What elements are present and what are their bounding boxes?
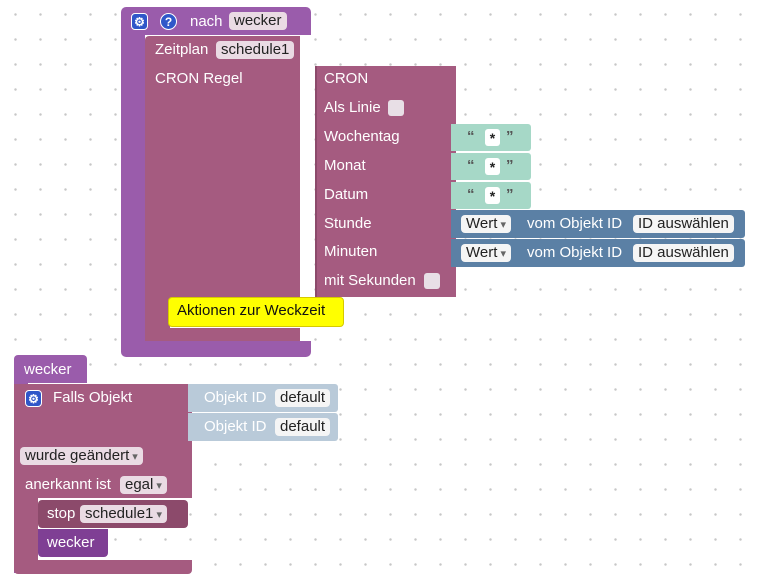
help-icon[interactable]: ? <box>160 13 177 30</box>
stop-schedule-dropdown[interactable]: schedule1 <box>80 505 167 523</box>
gear-icon[interactable]: ⚙ <box>25 390 42 407</box>
datum-label: Datum <box>324 186 369 203</box>
cron-title: CRON <box>324 70 369 87</box>
procedure-nach-label: nach <box>190 13 223 30</box>
wecker-call-label: wecker <box>24 361 72 378</box>
objekt-id-label-2: Objekt ID <box>204 418 267 435</box>
objekt-id-default-1[interactable]: default <box>275 389 331 407</box>
inner-wecker-call-label: wecker <box>47 534 95 551</box>
quote-close-icon: ” <box>506 186 514 203</box>
schedule-name-field[interactable]: schedule1 <box>216 41 295 59</box>
wurde-geaendert-dropdown[interactable]: wurde geändert <box>20 447 143 465</box>
wochentag-value[interactable]: * <box>485 129 500 146</box>
quote-open-icon: “ <box>467 157 475 174</box>
monat-label: Monat <box>324 157 366 174</box>
monat-value[interactable]: * <box>485 158 500 175</box>
quote-close-icon: ” <box>506 157 514 174</box>
gear-icon[interactable]: ⚙ <box>131 13 148 30</box>
quote-close-icon: ” <box>506 128 514 145</box>
trigger-block-rail <box>14 497 38 563</box>
quote-open-icon: “ <box>467 186 475 203</box>
zeitplan-label: Zeitplan <box>155 41 209 58</box>
cron-rule-label: CRON Regel <box>155 70 243 87</box>
procedure-block-bottom <box>121 341 311 357</box>
stunde-wert-dropdown[interactable]: Wert <box>461 215 511 233</box>
quote-open-icon: “ <box>467 128 475 145</box>
procedure-name-field[interactable]: wecker <box>229 12 287 30</box>
comment-text: Aktionen zur Weckzeit <box>177 302 326 319</box>
als-linie-checkbox[interactable] <box>388 100 404 116</box>
stunde-id-select[interactable]: ID auswählen <box>633 215 734 233</box>
mit-sekunden-checkbox[interactable] <box>424 273 440 289</box>
procedure-block-left-rail <box>121 33 145 343</box>
falls-objekt-label: Falls Objekt <box>53 389 133 406</box>
trigger-block-bottom <box>14 560 192 574</box>
schedule-block-bottom <box>145 328 300 341</box>
stunde-label: Stunde <box>324 215 372 232</box>
egal-dropdown[interactable]: egal <box>120 476 167 494</box>
objekt-id-label-1: Objekt ID <box>204 389 267 406</box>
minuten-wert-dropdown[interactable]: Wert <box>461 244 511 262</box>
als-linie-label: Als Linie <box>324 99 381 116</box>
minuten-vom-objekt-label: vom Objekt ID <box>527 244 623 261</box>
minuten-label: Minuten <box>324 243 378 260</box>
datum-value[interactable]: * <box>485 187 500 204</box>
wochentag-label: Wochentag <box>324 128 400 145</box>
stunde-vom-objekt-label: vom Objekt ID <box>527 215 623 232</box>
anerkannt-ist-label: anerkannt ist <box>25 476 111 493</box>
objekt-id-default-2[interactable]: default <box>275 418 331 436</box>
stop-label: stop <box>47 505 76 522</box>
minuten-id-select[interactable]: ID auswählen <box>633 244 734 262</box>
mit-sekunden-label: mit Sekunden <box>324 272 416 289</box>
